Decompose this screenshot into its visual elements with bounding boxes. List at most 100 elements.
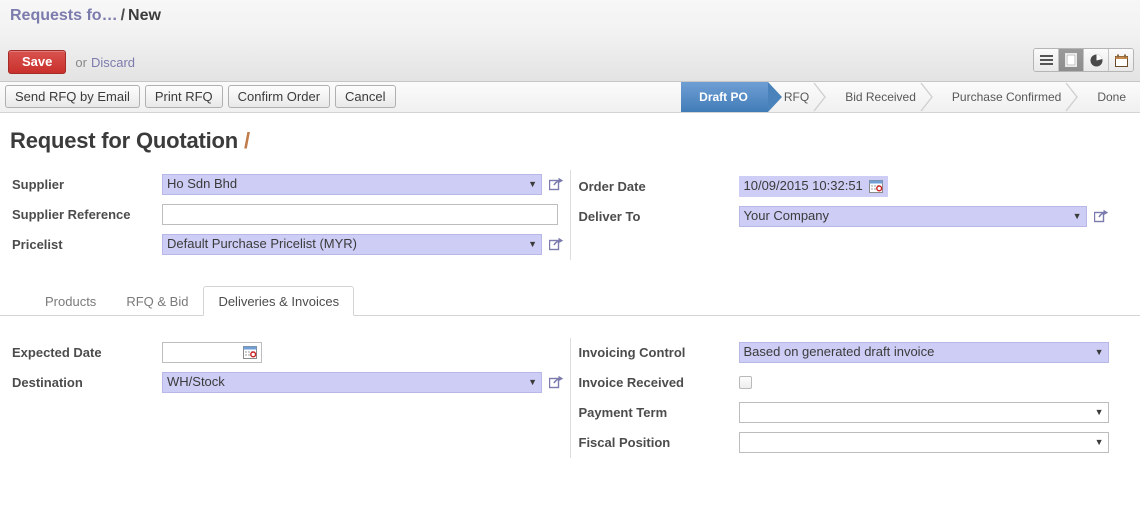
field-row-destination: Destination WH/Stock ▼ (0, 368, 570, 396)
cancel-button[interactable]: Cancel (335, 85, 396, 108)
send-rfq-by-email-button[interactable]: Send RFQ by Email (5, 85, 140, 108)
supplier-control: Ho Sdn Bhd ▼ (162, 173, 564, 195)
payment-term-label: Payment Term (578, 404, 668, 420)
status-step-label: Draft PO (699, 90, 748, 104)
fiscal-position-control: ▼ (738, 431, 1109, 453)
breadcrumb-separator: / (120, 7, 126, 24)
tab-fields-left-column: Expected Date Destination WH/Stock ▼ (0, 338, 570, 458)
tab-products[interactable]: Products (30, 286, 111, 316)
status-step-draft-po[interactable]: Draft PO (681, 82, 782, 112)
form-sheet: Request for Quotation / Supplier Ho Sdn … (0, 113, 1140, 458)
status-step-label: Purchase Confirmed (951, 90, 1062, 104)
status-step-done[interactable]: Done (1081, 82, 1140, 112)
field-row-invoicing-control: Invoicing Control Based on generated dra… (571, 338, 1140, 366)
field-row-expected-date: Expected Date (0, 338, 570, 366)
save-discard-row: Save or Discard (8, 50, 135, 74)
deliver-to-value: Your Company (743, 208, 830, 223)
supplier-reference-input[interactable] (162, 203, 558, 225)
view-switcher (1033, 48, 1134, 72)
confirm-order-button[interactable]: Confirm Order (227, 85, 331, 108)
supplier-input[interactable]: Ho Sdn Bhd ▼ (162, 173, 542, 195)
action-band: Send RFQ by Email Print RFQ Confirm Orde… (0, 82, 1140, 113)
field-row-order-date: Order Date 10/09/2015 10:32:51 (571, 172, 1140, 200)
expected-date-label: Expected Date (12, 344, 102, 360)
pricelist-open-record-icon[interactable] (548, 237, 564, 251)
invoice-received-control (738, 375, 752, 389)
deliver-to-control: Your Company ▼ (738, 205, 1109, 227)
supplier-open-record-icon[interactable] (548, 177, 564, 191)
tab-rfq-and-bid[interactable]: RFQ & Bid (111, 286, 203, 316)
pricelist-value: Default Purchase Pricelist (MYR) (167, 236, 357, 251)
action-buttons-group: Send RFQ by Email Print RFQ Confirm Orde… (5, 85, 396, 108)
order-date-label: Order Date (578, 178, 646, 194)
status-step-label: Done (1097, 90, 1126, 104)
fiscal-position-label: Fiscal Position (578, 434, 671, 450)
tab-panel-deliveries-and-invoices: Expected Date Destination WH/Stock ▼ Inv… (0, 316, 1140, 458)
print-rfq-button[interactable]: Print RFQ (144, 85, 223, 108)
save-button[interactable]: Save (8, 50, 67, 74)
graph-view-icon[interactable] (1084, 49, 1109, 71)
field-row-pricelist: Pricelist Default Purchase Pricelist (MY… (0, 230, 570, 258)
order-date-value: 10/09/2015 10:32:51 (743, 178, 863, 193)
field-row-supplier: Supplier Ho Sdn Bhd ▼ (0, 170, 570, 198)
status-arrow-icon (767, 82, 782, 112)
list-view-icon[interactable] (1034, 49, 1059, 71)
form-view-icon[interactable] (1059, 49, 1084, 71)
payment-term-control: ▼ (738, 401, 1109, 423)
breadcrumb-current: New (128, 7, 161, 24)
supplier-value: Ho Sdn Bhd (167, 176, 238, 191)
field-row-supplier-reference: Supplier Reference (0, 200, 570, 228)
tab-fields-right-column: Invoicing Control Based on generated dra… (569, 338, 1140, 458)
chevron-down-icon[interactable]: ▼ (522, 235, 537, 253)
chevron-down-icon[interactable]: ▼ (522, 373, 537, 391)
status-step-purchase-confirmed[interactable]: Purchase Confirmed (936, 82, 1081, 112)
calendar-view-icon[interactable] (1109, 49, 1133, 71)
discard-button[interactable]: Discard (91, 55, 135, 70)
status-chevron-icon (920, 82, 934, 112)
notebook-tabs: Products RFQ & Bid Deliveries & Invoices (0, 286, 1140, 316)
calendar-picker-icon[interactable] (243, 345, 257, 359)
top-header-band: Requests fo… / New Save or Discard (0, 0, 1140, 82)
invoicing-control-control: Based on generated draft invoice ▼ (738, 341, 1109, 363)
order-date-input[interactable]: 10/09/2015 10:32:51 (738, 175, 888, 197)
top-fields-group: Supplier Ho Sdn Bhd ▼ Supplier Reference… (0, 170, 1140, 260)
destination-input[interactable]: WH/Stock ▼ (162, 371, 542, 393)
page-title: Request for Quotation / (10, 128, 1140, 154)
status-step-label: Bid Received (845, 90, 916, 104)
field-row-fiscal-position: Fiscal Position ▼ (571, 428, 1140, 456)
top-fields-right-column: Order Date 10/09/2015 10:32:51 Deliver T… (569, 170, 1140, 260)
breadcrumb-parent-link[interactable]: Requests fo… (10, 7, 118, 24)
page-title-text: Request for Quotation (10, 128, 239, 153)
chevron-down-icon[interactable]: ▼ (1089, 433, 1104, 451)
pricelist-input[interactable]: Default Purchase Pricelist (MYR) ▼ (162, 233, 542, 255)
fiscal-position-select[interactable]: ▼ (738, 431, 1109, 453)
chevron-down-icon[interactable]: ▼ (522, 175, 537, 193)
status-bar: Draft PO RFQ Bid Received Purchase Confi… (681, 82, 1140, 112)
tab-deliveries-and-invoices[interactable]: Deliveries & Invoices (203, 286, 355, 316)
destination-value: WH/Stock (167, 374, 225, 389)
calendar-picker-icon[interactable] (868, 179, 883, 193)
chevron-down-icon[interactable]: ▼ (1089, 403, 1104, 421)
field-row-deliver-to: Deliver To Your Company ▼ (571, 202, 1140, 230)
destination-open-record-icon[interactable] (548, 375, 564, 389)
status-step-bid-received[interactable]: Bid Received (829, 82, 936, 112)
deliver-to-open-record-icon[interactable] (1093, 209, 1109, 223)
field-row-payment-term: Payment Term ▼ (571, 398, 1140, 426)
expected-date-input[interactable] (162, 341, 262, 363)
chevron-down-icon[interactable]: ▼ (1089, 343, 1104, 361)
invoicing-control-select[interactable]: Based on generated draft invoice ▼ (738, 341, 1109, 363)
payment-term-select[interactable]: ▼ (738, 401, 1109, 423)
status-chevron-icon (1065, 82, 1079, 112)
page-title-suffix: / (243, 128, 250, 153)
chevron-down-icon[interactable]: ▼ (1067, 207, 1082, 225)
order-date-control: 10/09/2015 10:32:51 (738, 175, 888, 197)
deliver-to-input[interactable]: Your Company ▼ (738, 205, 1087, 227)
supplier-label: Supplier (12, 176, 65, 192)
supplier-reference-label: Supplier Reference (12, 206, 131, 222)
invoice-received-label: Invoice Received (578, 374, 685, 390)
invoice-received-checkbox[interactable] (738, 375, 752, 389)
top-fields-left-column: Supplier Ho Sdn Bhd ▼ Supplier Reference… (0, 170, 570, 260)
deliver-to-label: Deliver To (578, 208, 641, 224)
invoicing-control-value: Based on generated draft invoice (743, 344, 935, 359)
supplier-reference-control (162, 203, 558, 225)
